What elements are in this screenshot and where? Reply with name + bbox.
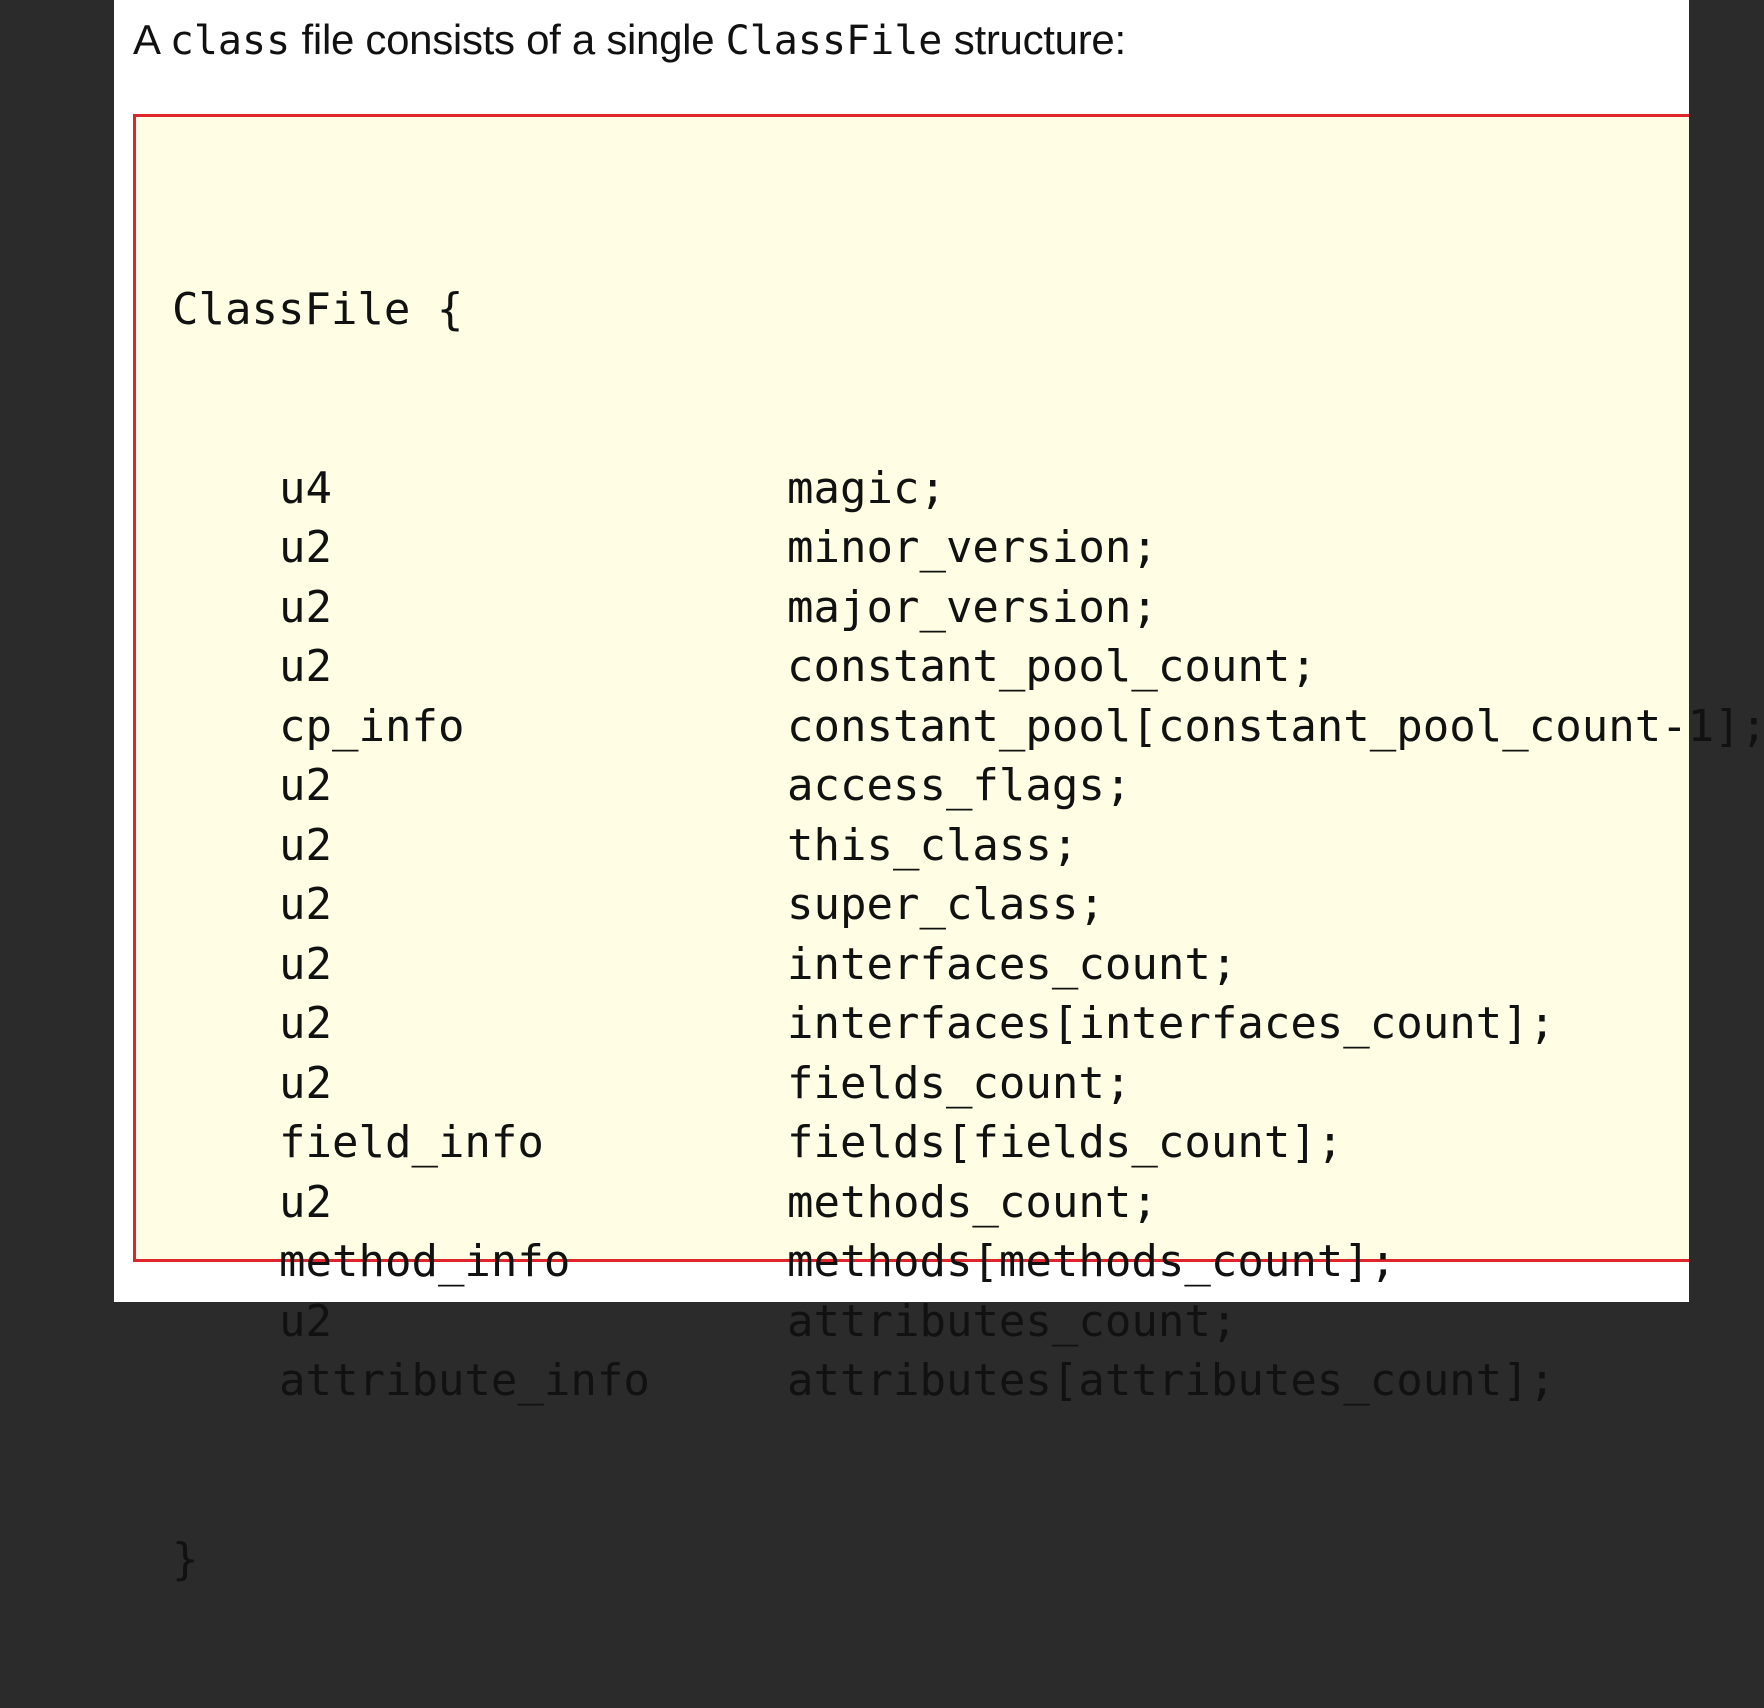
field-name: super_class; — [787, 879, 1105, 930]
intro-suffix: structure: — [942, 16, 1126, 63]
field-type: u2 — [279, 641, 332, 692]
field-type: u2 — [279, 938, 332, 990]
field-row: u2 methods_count; — [172, 1173, 1764, 1233]
field-row: field_info fields[fields_count]; — [172, 1113, 1764, 1173]
field-name: interfaces[interfaces_count]; — [787, 998, 1556, 1049]
field-name: fields[fields_count]; — [787, 1117, 1344, 1168]
intro-code-class: class — [169, 18, 291, 64]
intro-code-classfile: ClassFile — [725, 18, 943, 64]
field-name: constant_pool_count; — [787, 641, 1317, 692]
field-row: u2 constant_pool_count; — [172, 637, 1764, 697]
field-type: u2 — [279, 998, 332, 1049]
field-row: u2 access_flags; — [172, 756, 1764, 816]
field-type: u2 — [279, 522, 332, 573]
field-type: u4 — [279, 462, 332, 514]
intro-middle: file consists of a single — [290, 16, 726, 63]
field-type: attribute_info — [279, 1355, 650, 1406]
field-type: u2 — [279, 1295, 332, 1347]
field-type: u2 — [279, 879, 332, 930]
field-row: u4 magic; — [172, 459, 1764, 519]
field-row: u2 major_version; — [172, 578, 1764, 638]
document-page: A class file consists of a single ClassF… — [114, 0, 1764, 1585]
intro-paragraph: A class file consists of a single ClassF… — [133, 14, 1126, 67]
field-name: major_version; — [787, 581, 1158, 633]
field-name: minor_version; — [787, 522, 1158, 573]
field-row: attribute_info attributes[attributes_coun… — [172, 1351, 1764, 1411]
field-type: u2 — [279, 581, 332, 633]
field-type: u2 — [279, 1057, 332, 1109]
field-row: u2 interfaces_count; — [172, 935, 1764, 995]
code-open-line: ClassFile { — [172, 284, 464, 335]
field-row: cp_info constant_pool[constant_pool_count… — [172, 697, 1764, 757]
field-list: u4 magic; u2 minor_version; u2 major_version;… — [172, 459, 1764, 1411]
field-name: methods[methods_count]; — [787, 1236, 1397, 1287]
field-type: field_info — [279, 1117, 544, 1168]
field-type: u2 — [279, 819, 332, 871]
field-row: u2 attributes_count; — [172, 1292, 1764, 1352]
code-close-line: } — [172, 1533, 199, 1585]
code-listing: ClassFile { u4 magic; u2 minor_version; u2 ma… — [172, 161, 1764, 1708]
field-row: method_info methods[methods_count]; — [172, 1232, 1764, 1292]
field-name: access_flags; — [787, 760, 1132, 811]
field-type: u2 — [279, 1176, 332, 1228]
code-block: ClassFile { u4 magic; u2 minor_version; u2 ma… — [133, 114, 1764, 1585]
field-name: this_class; — [787, 819, 1079, 871]
field-type: method_info — [279, 1236, 571, 1287]
field-name: attributes[attributes_count]; — [787, 1355, 1556, 1406]
field-row: u2 interfaces[interfaces_count]; — [172, 994, 1764, 1054]
field-row: u2 super_class; — [172, 875, 1764, 935]
field-name: magic; — [787, 462, 946, 514]
field-type: u2 — [279, 760, 332, 811]
field-name: constant_pool[constant_pool_count-1]; — [787, 700, 1764, 752]
field-row: u2 fields_count; — [172, 1054, 1764, 1114]
field-name: fields_count; — [787, 1057, 1132, 1109]
field-row: u2 this_class; — [172, 816, 1764, 876]
field-row: u2 minor_version; — [172, 518, 1764, 578]
field-name: attributes_count; — [787, 1295, 1238, 1347]
field-name: methods_count; — [787, 1176, 1158, 1228]
field-name: interfaces_count; — [787, 938, 1238, 990]
intro-prefix: A — [133, 16, 170, 63]
field-type: cp_info — [279, 700, 465, 752]
